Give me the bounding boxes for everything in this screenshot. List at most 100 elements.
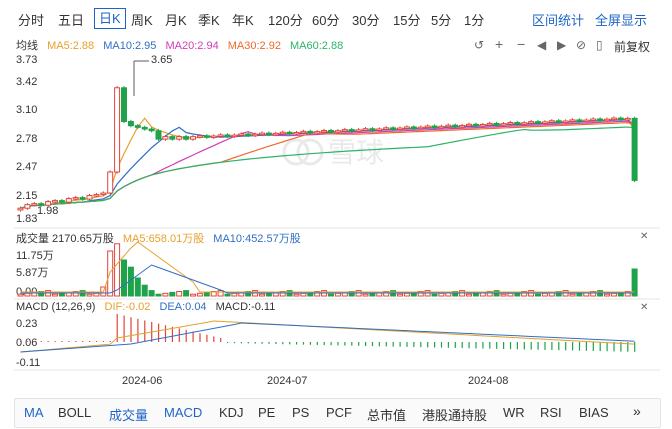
indicator-pcf[interactable]: PCF [326,405,352,420]
macd-bar [475,342,477,349]
candle-body [569,119,576,122]
macd-bar [75,341,77,342]
volume-bar [183,290,190,297]
candle-body [176,136,183,140]
indicator-southbound[interactable]: 港股通持股 [422,405,487,424]
volume-bar [155,293,162,297]
macd-bar [282,342,284,345]
volume-bar [176,291,183,297]
volume-bar [300,292,307,297]
candle-body [500,123,507,126]
macd-bar [565,342,567,351]
macd-bar [461,342,463,349]
candle-body [286,131,293,135]
candle-body [24,204,31,209]
macd-bar [558,342,560,351]
macd-bar [530,342,532,350]
date-label: 2024-06 [122,375,163,387]
candle-body [272,132,279,136]
volume-bar [500,293,507,297]
candle-body [479,124,486,127]
indicator-market-cap[interactable]: 总市值 [367,405,406,424]
candle-body [217,134,224,137]
candle-body [65,198,72,203]
macd-bar [261,342,263,344]
candle-body [390,127,397,130]
macd-bar [206,334,208,342]
volume-bar [507,292,514,297]
macd-bar [268,342,270,344]
date-label: 2024-08 [468,375,509,387]
candle-body [86,195,93,200]
volume-bar [334,292,341,297]
macd-bar [482,342,484,349]
candle-body [307,130,314,134]
macd-bar [199,333,201,342]
volume-bar [604,293,610,297]
macd-bar [385,342,387,347]
candle-body [369,128,376,131]
macd-bar [289,342,291,345]
volume-bar [541,292,548,297]
candle-body [148,128,155,132]
macd-bar [358,342,360,346]
macd-bar [61,341,63,342]
macd-bar [89,341,91,342]
macd-bar [130,317,132,342]
indicator-bias[interactable]: BIAS [579,405,609,420]
kline-chart[interactable]: 雪球 [0,0,672,398]
candle-body [493,122,500,126]
indicator-wr[interactable]: WR [503,405,525,420]
candle-body [314,131,321,134]
candle-body [541,121,548,124]
macd-bar [489,342,491,349]
macd-bar [378,342,380,347]
candle-body [334,130,341,133]
macd-bar [503,342,505,349]
indicator-macd[interactable]: MACD [164,405,202,420]
candle-body [162,136,169,140]
date-label: 2024-07 [267,375,308,387]
candle-body [58,200,65,203]
macd-bar [427,342,429,348]
volume-bar [141,284,148,297]
candle-body [617,117,624,121]
candle-body [507,122,514,125]
candle-body [610,117,617,121]
volume-bar [438,292,445,297]
candle-body [114,87,121,173]
candle-body [293,132,300,135]
macd-bar [585,342,587,351]
macd-bar [551,342,553,351]
indicator-boll[interactable]: BOLL [58,405,91,420]
indicator-ps[interactable]: PS [292,405,309,420]
candle-body [438,125,445,129]
candle-body [341,129,348,132]
indicator-ma[interactable]: MA [24,405,44,420]
more-icon[interactable]: » [633,403,641,419]
macd-bar [123,315,125,342]
indicator-rsi[interactable]: RSI [540,405,562,420]
candle-body [397,127,403,131]
candle-body [79,197,86,200]
macd-bar [171,326,173,342]
candle-body [38,203,45,206]
candle-body [252,133,259,137]
candle-body [535,121,541,124]
indicator-pe[interactable]: PE [258,405,275,420]
volume-bar [397,293,403,297]
macd-bar [247,342,249,344]
candle-body [238,133,245,137]
indicator-kdj[interactable]: KDJ [219,405,244,420]
candle-body [383,127,390,130]
candle-body [459,124,466,128]
volume-bar [231,292,238,297]
macd-bar [434,342,436,348]
macd-bar [572,342,574,351]
candle-body [107,171,114,194]
volume-bar [190,293,196,297]
macd-bar [399,342,401,347]
macd-bar [302,342,305,345]
candle-body [631,117,638,181]
indicator-volume[interactable]: 成交量 [109,405,148,424]
